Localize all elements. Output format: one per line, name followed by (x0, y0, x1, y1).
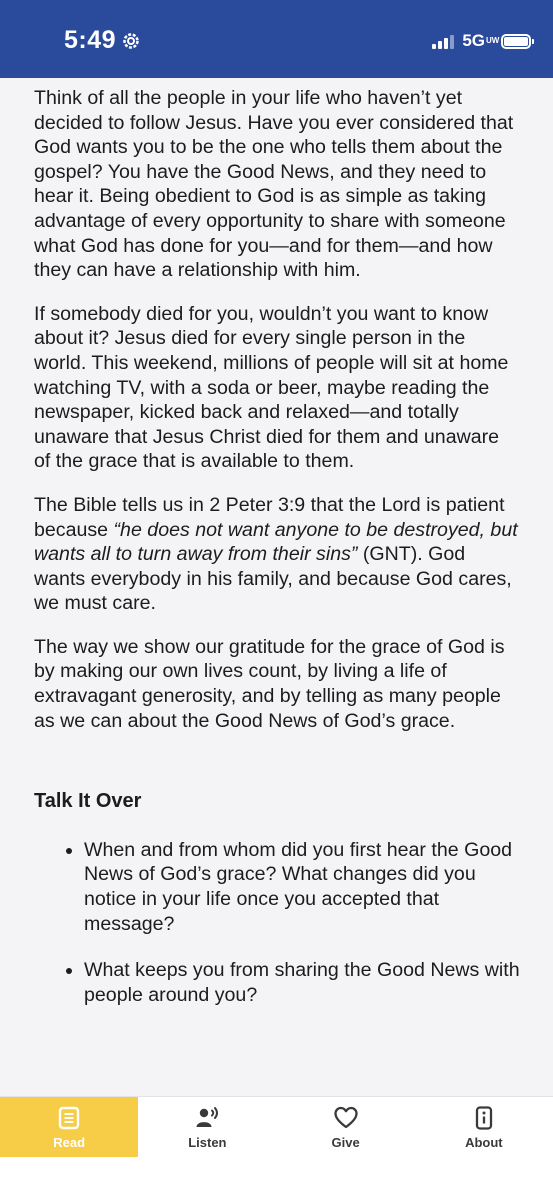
question-item: What keeps you from sharing the Good New… (84, 958, 520, 1007)
tab-label: Listen (188, 1134, 227, 1150)
status-right: 5G UW (432, 31, 534, 51)
devotional-content: Think of all the people in your life who… (34, 86, 520, 1029)
tab-give[interactable]: Give (277, 1097, 415, 1157)
talk-it-over-heading: Talk It Over (34, 790, 142, 813)
tab-label: About (465, 1134, 503, 1150)
tab-read[interactable]: Read (0, 1097, 139, 1157)
network-suffix: UW (486, 36, 500, 45)
time-text: 5:49 (64, 26, 117, 54)
battery-icon (501, 33, 534, 49)
focus-gear-icon (123, 32, 139, 49)
question-item: When and from whom did you first hear th… (84, 838, 520, 936)
discussion-questions: When and from whom did you first hear th… (34, 838, 520, 1008)
paragraph: Think of all the people in your life who… (34, 87, 514, 282)
listen-icon (196, 1106, 219, 1127)
status-bar: 5:49 5G UW (0, 0, 553, 78)
tab-listen[interactable]: Listen (138, 1097, 276, 1157)
status-time: 5:49 (64, 26, 140, 55)
network-indicator: 5G UW (462, 31, 500, 51)
network-label: 5G (462, 31, 485, 50)
tab-bar: Read Listen Give About (0, 1096, 553, 1201)
tab-about[interactable]: About (415, 1097, 553, 1157)
book-icon (58, 1106, 80, 1129)
heart-icon (333, 1106, 358, 1128)
paragraph: The way we show our gratitude for the gr… (34, 635, 505, 732)
paragraph: If somebody died for you, wouldn’t you w… (34, 302, 509, 473)
tab-label: Give (331, 1134, 360, 1150)
signal-icon (432, 33, 455, 49)
info-icon (475, 1105, 493, 1130)
tab-label: Read (53, 1134, 86, 1150)
paragraph-scripture: The Bible tells us in 2 Peter 3:9 that t… (34, 493, 520, 616)
